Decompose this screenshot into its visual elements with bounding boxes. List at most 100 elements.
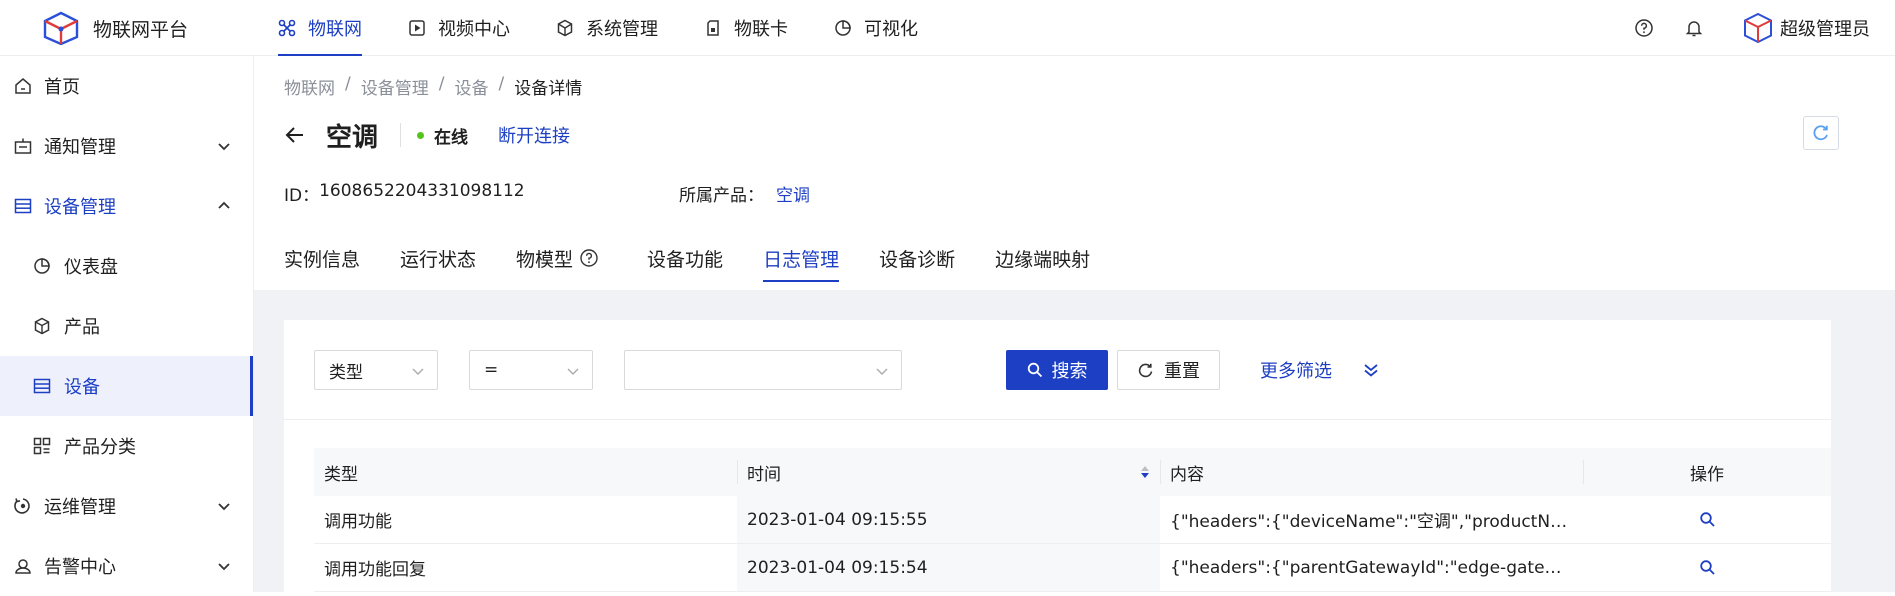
sidebar-item-label: 设备管理 [44, 197, 116, 218]
tab-label: 实例信息 [284, 248, 361, 271]
product-label: 所属产品： [679, 186, 764, 206]
topnav-label: 物联网 [308, 19, 362, 40]
breadcrumb: 物联网 / 设备管理 / 设备 / 设备详情 [284, 74, 592, 99]
iot-icon [278, 19, 296, 37]
product-link[interactable]: 空调 [776, 181, 810, 206]
breadcrumb-current: 设备详情 [514, 79, 583, 99]
page-title: 空调 [326, 122, 379, 153]
tab-label: 设备诊断 [879, 248, 956, 271]
main-content: 物联网 / 设备管理 / 设备 / 设备详情 空调 在线 断开连接 ID： 16… [254, 56, 1895, 592]
tab-thing-model[interactable]: 物模型 [516, 226, 599, 290]
breadcrumb-separator: / [345, 74, 351, 94]
double-chevron-down-icon[interactable] [1362, 361, 1380, 379]
column-header-label: 时间 [747, 464, 781, 485]
topnav-item-sim[interactable]: 物联卡 [704, 0, 788, 56]
brand[interactable]: 物联网平台 [42, 10, 188, 46]
column-header-content: 内容 [1160, 448, 1583, 496]
topnav-label: 视频中心 [438, 19, 510, 40]
tab-label: 边缘端映射 [995, 248, 1091, 271]
sidebar-item-label: 运维管理 [44, 497, 116, 518]
cell-time: 2023-01-04 09:15:54 [737, 544, 1160, 591]
top-nav: 物联网 视频中心 系统管理 物联卡 可视化 [278, 0, 964, 56]
chevron-down-icon [567, 368, 579, 375]
sidebar-item-device[interactable]: 设备 [0, 356, 253, 416]
bell-icon[interactable] [1684, 18, 1704, 38]
disconnect-link[interactable]: 断开连接 [498, 122, 570, 148]
sidebar-item-ops[interactable]: 运维管理 [0, 476, 253, 536]
back-arrow-icon[interactable] [284, 124, 306, 146]
pie-chart-icon [835, 20, 851, 36]
product-row: 所属产品： 空调 [679, 181, 810, 206]
product-icon [34, 317, 50, 335]
column-header-label: 操作 [1690, 464, 1724, 485]
sidebar-item-label: 首页 [44, 77, 80, 98]
search-button-label: 搜索 [1051, 361, 1088, 382]
tab-label: 物模型 [516, 248, 574, 271]
topnav-item-system[interactable]: 系统管理 [556, 0, 658, 56]
title-divider [400, 123, 402, 147]
tab-device-diagnosis[interactable]: 设备诊断 [879, 226, 955, 290]
reset-icon [1138, 363, 1153, 377]
breadcrumb-separator: / [498, 74, 505, 94]
cell-type: 调用功能回复 [314, 544, 737, 591]
cell-action [1583, 496, 1831, 543]
sidebar-item-notification[interactable]: 通知管理 [0, 116, 253, 176]
topnav-item-video[interactable]: 视频中心 [408, 0, 510, 56]
sort-icon[interactable] [1140, 464, 1150, 480]
cell-type: 调用功能 [314, 496, 737, 543]
help-icon[interactable] [1634, 18, 1654, 38]
topnav-item-visual[interactable]: 可视化 [834, 0, 918, 56]
operator-select[interactable]: = [469, 350, 593, 390]
tab-device-function[interactable]: 设备功能 [647, 226, 723, 290]
tab-instance-info[interactable]: 实例信息 [284, 226, 360, 290]
more-filter-link[interactable]: 更多筛选 [1260, 357, 1332, 383]
cell-text: 调用功能 [324, 512, 392, 532]
cell-action [1583, 544, 1831, 591]
field-select-value: 类型 [329, 362, 363, 383]
search-icon [1027, 362, 1042, 378]
sidebar-item-label: 设备 [64, 377, 100, 398]
dashboard-icon [34, 258, 50, 274]
title-row: 空调 在线 断开连接 [284, 118, 570, 153]
sidebar-item-product[interactable]: 产品 [0, 296, 253, 356]
log-card: 类型 = 搜索 重置 更多筛选 类型 时间 内容 操作 调用功能 2023-01… [284, 320, 1831, 592]
top-bar: 物联网平台 物联网 视频中心 系统管理 物联卡 可视化 超级管理员 [0, 0, 1895, 56]
search-icon[interactable] [1699, 559, 1716, 576]
topnav-item-iot[interactable]: 物联网 [278, 0, 362, 56]
app-title: 物联网平台 [93, 18, 189, 41]
sidebar-item-category[interactable]: 产品分类 [0, 416, 253, 476]
question-icon[interactable] [579, 248, 599, 268]
device-management-icon [14, 198, 32, 214]
chevron-down-icon [412, 368, 424, 375]
category-icon [33, 437, 51, 455]
refresh-button[interactable] [1803, 116, 1839, 150]
breadcrumb-item[interactable]: 设备管理 [361, 74, 429, 99]
filter-bar: 类型 = 搜索 重置 更多筛选 [314, 350, 1380, 390]
detail-tabs: 实例信息 运行状态 物模型 设备功能 日志管理 设备诊断 边缘端映射 [284, 226, 1130, 290]
reset-button[interactable]: 重置 [1117, 350, 1220, 390]
sidebar-item-label: 告警中心 [44, 557, 116, 578]
tab-log-management[interactable]: 日志管理 [763, 226, 840, 290]
breadcrumb-item[interactable]: 设备 [454, 74, 488, 99]
column-header-label: 类型 [324, 464, 358, 485]
table-header: 类型 时间 内容 操作 [314, 448, 1831, 496]
cell-text: 2023-01-04 09:15:55 [747, 509, 928, 530]
operator-select-value: = [484, 360, 499, 380]
tab-running-state[interactable]: 运行状态 [400, 226, 476, 290]
value-select[interactable] [624, 350, 902, 390]
tab-edge-mapping[interactable]: 边缘端映射 [995, 226, 1090, 290]
chevron-down-icon [218, 143, 230, 151]
column-header-action: 操作 [1583, 448, 1831, 496]
field-select[interactable]: 类型 [314, 350, 438, 390]
sidebar-item-alarm[interactable]: 告警中心 [0, 536, 253, 596]
column-header-time[interactable]: 时间 [737, 448, 1160, 496]
username[interactable]: 超级管理员 [1780, 15, 1870, 41]
search-icon[interactable] [1699, 511, 1716, 528]
search-button[interactable]: 搜索 [1006, 350, 1108, 390]
sidebar-item-home[interactable]: 首页 [0, 56, 253, 116]
sidebar-item-dashboard[interactable]: 仪表盘 [0, 236, 253, 296]
sidebar-item-device-management[interactable]: 设备管理 [0, 176, 253, 236]
breadcrumb-item[interactable]: 物联网 [284, 74, 335, 99]
avatar[interactable] [1742, 12, 1774, 44]
topnav-label: 可视化 [864, 19, 918, 40]
